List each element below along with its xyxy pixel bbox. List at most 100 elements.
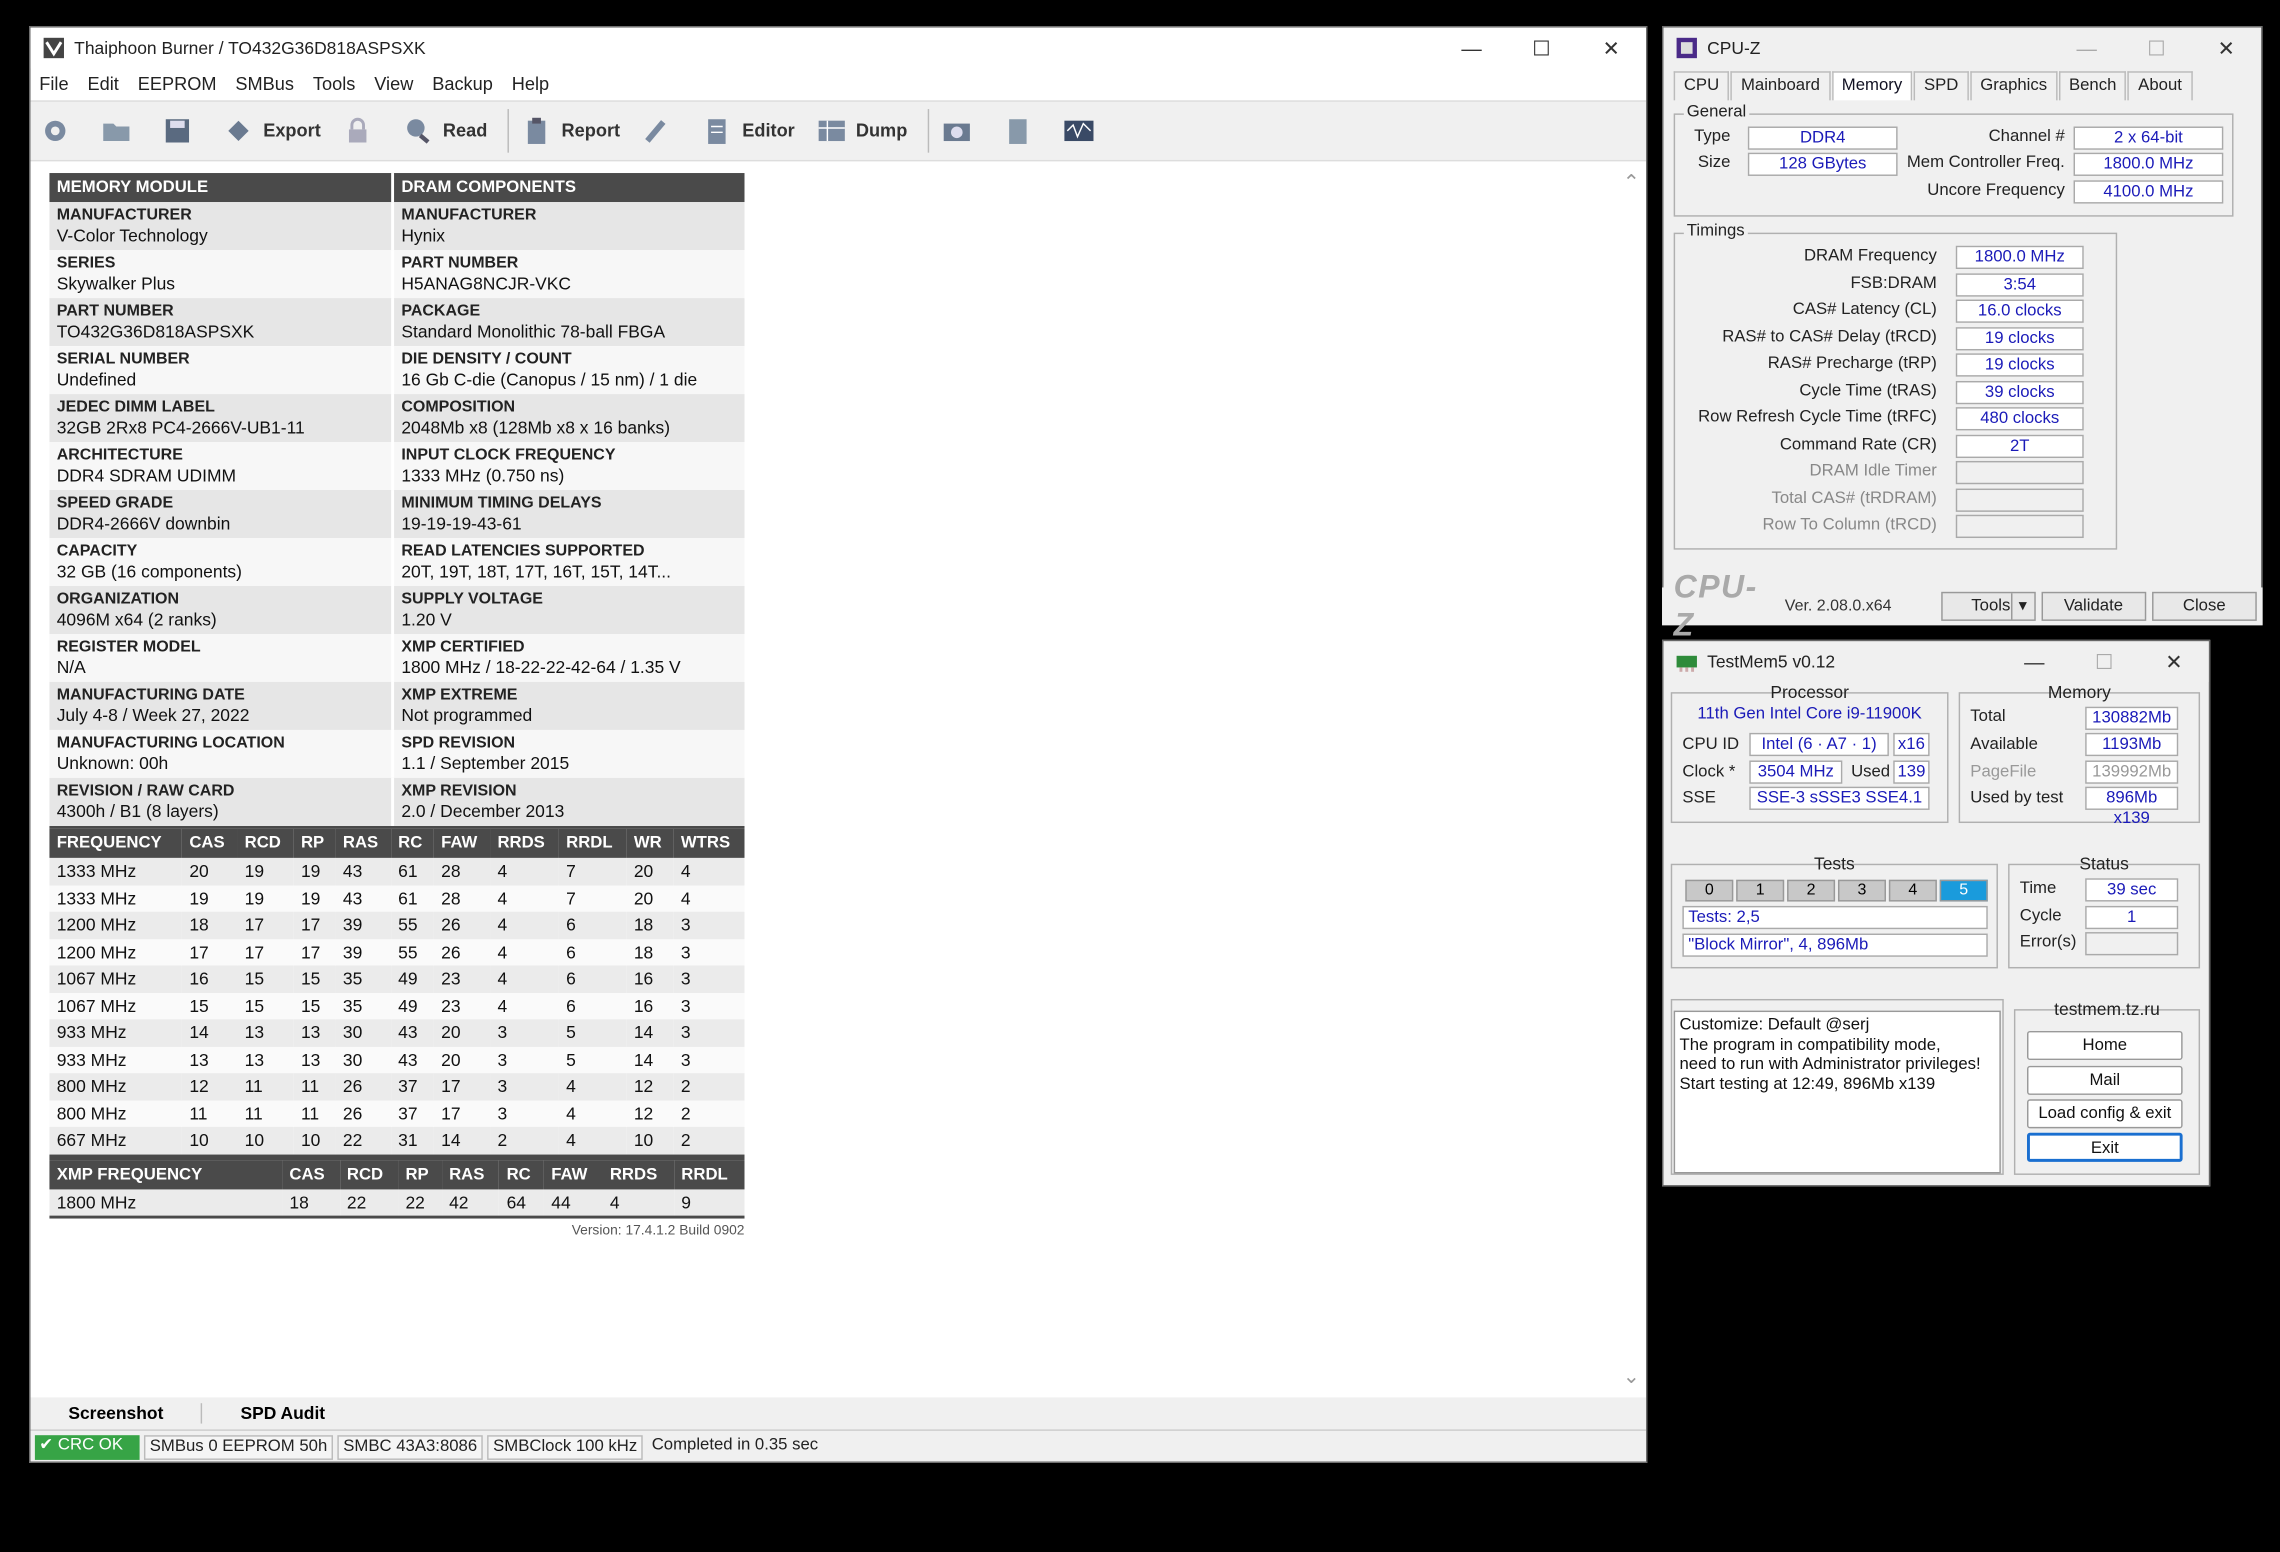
column-header: CAS [182, 828, 238, 858]
minimize-button[interactable]: — [2052, 36, 2122, 59]
tools-button[interactable]: Tools ▾ [1940, 591, 2036, 621]
info-value: July 4-8 / Week 27, 2022 [56, 705, 250, 726]
table-cell: 3 [490, 1100, 559, 1127]
table-cell: 18 [282, 1188, 340, 1216]
menu-backup[interactable]: Backup [432, 74, 493, 94]
menu-file[interactable]: File [39, 74, 68, 94]
maximize-button[interactable]: ☐ [2122, 36, 2192, 61]
read-label: Read [442, 120, 488, 142]
table-cell: 20 [626, 857, 674, 885]
save-button[interactable] [161, 116, 202, 145]
table-cell: 18 [182, 911, 238, 939]
timing-value: 39 clocks [1955, 380, 2084, 404]
menu-edit[interactable]: Edit [87, 74, 118, 94]
maximize-button[interactable]: ☐ [2069, 649, 2139, 674]
info-cell: DIE DENSITY / COUNT 16 Gb C-die (Canopus … [394, 346, 745, 395]
info-row: SERIAL NUMBER Undefined DIE DENSITY / COUN… [49, 346, 745, 395]
tab-graphics[interactable]: Graphics [1970, 71, 2058, 101]
timing-value [1955, 460, 2084, 485]
read-button[interactable]: Read [402, 116, 487, 145]
load-config-exit-button[interactable]: Load config & exit [2027, 1099, 2183, 1129]
table-cell: 44 [543, 1188, 603, 1216]
smbc-status: SMBC 43A3:8086 [337, 1434, 483, 1460]
report-button[interactable]: Report [521, 116, 620, 145]
waveform-icon [1063, 116, 1095, 145]
tab-bench[interactable]: Bench [2058, 71, 2127, 101]
close-button[interactable]: ✕ [2191, 36, 2261, 61]
table-cell: 14 [626, 1046, 674, 1074]
column-header: CAS [282, 1159, 340, 1189]
timing-value: 16.0 clocks [1955, 299, 2084, 323]
scroll-up-icon[interactable]: ⌃ [1623, 170, 1640, 195]
menu-view[interactable]: View [374, 74, 413, 94]
info-cell: SERIAL NUMBER Undefined [49, 346, 395, 395]
mail-button[interactable]: Mail [2027, 1065, 2183, 1095]
tab-spd[interactable]: SPD [1913, 71, 1969, 101]
menu-help[interactable]: Help [512, 74, 549, 94]
export-button[interactable]: Export [222, 116, 321, 145]
table-cell: 4 [490, 911, 559, 939]
table-cell: 3 [490, 1046, 559, 1074]
lock-icon [341, 116, 373, 145]
cpuz-footer: CPU-Z Ver. 2.08.0.x64 Tools ▾ Validate Cl… [1662, 569, 2263, 643]
table-cell: 7 [558, 884, 627, 912]
table-cell: 35 [335, 965, 391, 993]
column-header: RAS [441, 1159, 500, 1189]
table-row: 1333 MHz 19 19 19 43 61 28 4 7 20 4 [49, 884, 745, 912]
table-cell: 26 [433, 911, 491, 939]
table-cell: 43 [390, 1046, 434, 1074]
table-cell: 4 [602, 1188, 675, 1216]
table-cell: 17 [182, 938, 238, 966]
lock-button[interactable] [341, 116, 382, 145]
exit-button[interactable]: Exit [2027, 1132, 2183, 1162]
wrench-button[interactable] [640, 116, 681, 145]
waveform-button[interactable] [1063, 116, 1104, 145]
table-cell: 6 [558, 992, 627, 1020]
minimize-button[interactable]: — [1437, 36, 1507, 59]
table-cell: 22 [335, 1126, 391, 1154]
table-cell: 4 [558, 1100, 627, 1127]
document-button[interactable] [1002, 116, 1043, 145]
minimize-button[interactable]: — [1999, 650, 2069, 673]
info-value: 16 Gb C-die (Canopus / 15 nm) / 1 die [401, 369, 698, 390]
close-button[interactable]: ✕ [2139, 649, 2209, 674]
vertical-scrollbar[interactable]: ⌃ ⌄ [1618, 161, 1647, 1398]
info-label: JEDEC DIMM LABEL [56, 398, 215, 416]
xmp-table: XMP FREQUENCY CAS RCD RP RAS RC FAW RRDS RRDL 18… [49, 1159, 745, 1216]
tab-cpu[interactable]: CPU [1673, 71, 1730, 101]
settings-button[interactable] [39, 116, 80, 145]
tab-spd-audit[interactable]: SPD Audit [201, 1403, 363, 1424]
editor-button[interactable]: Editor [702, 116, 795, 145]
tab-mainboard[interactable]: Mainboard [1730, 71, 1831, 101]
info-cell: SERIES Skywalker Plus [49, 250, 395, 299]
table-cell: 6 [558, 938, 627, 966]
test-number: 1 [1736, 879, 1785, 902]
table-cell: 16 [626, 965, 674, 993]
memory-heading: Memory [2047, 681, 2111, 703]
table-cell: 17 [237, 911, 294, 939]
dump-button[interactable]: Dump [815, 116, 907, 145]
home-button[interactable]: Home [2027, 1030, 2183, 1061]
close-button[interactable]: ✕ [1576, 36, 1646, 61]
tab-screenshot[interactable]: Screenshot [31, 1403, 202, 1423]
scroll-down-icon[interactable]: ⌄ [1623, 1364, 1640, 1389]
column-header: RRDL [674, 1159, 745, 1189]
tab-about[interactable]: About [2128, 71, 2193, 101]
validate-button[interactable]: Validate [2040, 591, 2146, 621]
menu-tools[interactable]: Tools [313, 74, 355, 94]
cpuz-close-button[interactable]: Close [2151, 591, 2257, 621]
info-value: 4300h / B1 (8 layers) [56, 801, 219, 822]
save-icon [161, 116, 193, 145]
table-cell: 3 [673, 1046, 745, 1074]
pagefile-value: 139992Mb [2085, 760, 2179, 784]
tab-memory[interactable]: Memory [1831, 71, 1913, 101]
open-button[interactable] [100, 116, 141, 145]
used-label: Used [1851, 763, 1891, 781]
table-cell: 55 [390, 911, 434, 939]
screenshot-tool-button[interactable] [941, 116, 982, 145]
maximize-button[interactable]: ☐ [1506, 36, 1576, 61]
menu-smbus[interactable]: SMBus [235, 74, 294, 94]
chevron-down-icon[interactable]: ▾ [2010, 593, 2033, 620]
menu-eeprom[interactable]: EEPROM [138, 74, 217, 94]
sse-label: SSE [1682, 789, 1716, 808]
